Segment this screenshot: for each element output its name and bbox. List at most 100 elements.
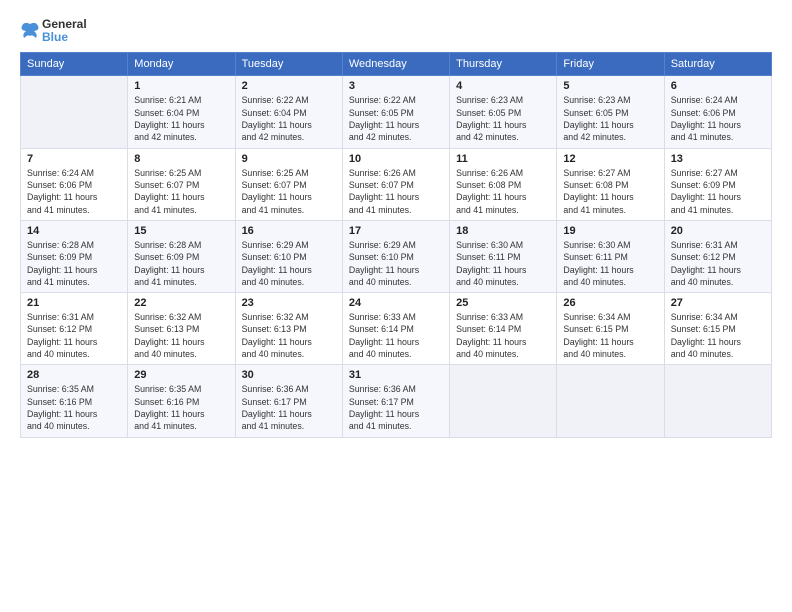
calendar-cell: 23 Sunrise: 6:32 AM Sunset: 6:13 PM Dayli… [235,293,342,365]
day-info: Sunrise: 6:23 AM Sunset: 6:05 PM Dayligh… [563,94,657,143]
day-info: Sunrise: 6:29 AM Sunset: 6:10 PM Dayligh… [242,239,336,288]
day-info: Sunrise: 6:36 AM Sunset: 6:17 PM Dayligh… [242,383,336,432]
day-info: Sunrise: 6:27 AM Sunset: 6:09 PM Dayligh… [671,167,765,216]
logo: General Blue [20,18,87,44]
calendar-cell: 9 Sunrise: 6:25 AM Sunset: 6:07 PM Daylig… [235,148,342,220]
calendar-cell: 28 Sunrise: 6:35 AM Sunset: 6:16 PM Dayli… [21,365,128,437]
header-day-monday: Monday [128,53,235,76]
week-row-2: 7 Sunrise: 6:24 AM Sunset: 6:06 PM Daylig… [21,148,772,220]
header-day-tuesday: Tuesday [235,53,342,76]
day-info: Sunrise: 6:26 AM Sunset: 6:07 PM Dayligh… [349,167,443,216]
calendar-cell: 2 Sunrise: 6:22 AM Sunset: 6:04 PM Daylig… [235,76,342,148]
day-info: Sunrise: 6:33 AM Sunset: 6:14 PM Dayligh… [349,311,443,360]
day-info: Sunrise: 6:31 AM Sunset: 6:12 PM Dayligh… [671,239,765,288]
day-info: Sunrise: 6:30 AM Sunset: 6:11 PM Dayligh… [563,239,657,288]
day-number: 11 [456,153,550,165]
day-info: Sunrise: 6:26 AM Sunset: 6:08 PM Dayligh… [456,167,550,216]
calendar-cell: 27 Sunrise: 6:34 AM Sunset: 6:15 PM Dayli… [664,293,771,365]
calendar-cell: 15Sunrise: 6:28 AM Sunset: 6:09 PM Dayli… [128,220,235,292]
calendar-cell: 3Sunrise: 6:22 AM Sunset: 6:05 PM Daylig… [342,76,449,148]
day-number: 18 [456,225,550,237]
calendar-cell: 12Sunrise: 6:27 AM Sunset: 6:08 PM Dayli… [557,148,664,220]
day-info: Sunrise: 6:22 AM Sunset: 6:05 PM Dayligh… [349,94,443,143]
calendar-cell: 6 Sunrise: 6:24 AM Sunset: 6:06 PM Daylig… [664,76,771,148]
day-number: 12 [563,153,657,165]
day-info: Sunrise: 6:34 AM Sunset: 6:15 PM Dayligh… [671,311,765,360]
day-number: 29 [134,369,228,381]
calendar-cell: 30 Sunrise: 6:36 AM Sunset: 6:17 PM Dayli… [235,365,342,437]
calendar-cell: 17Sunrise: 6:29 AM Sunset: 6:10 PM Dayli… [342,220,449,292]
day-info: Sunrise: 6:24 AM Sunset: 6:06 PM Dayligh… [27,167,121,216]
day-number: 1 [134,80,228,92]
day-number: 28 [27,369,121,381]
header-day-saturday: Saturday [664,53,771,76]
calendar-cell: 4 Sunrise: 6:23 AM Sunset: 6:05 PM Daylig… [450,76,557,148]
day-info: Sunrise: 6:35 AM Sunset: 6:16 PM Dayligh… [27,383,121,432]
day-info: Sunrise: 6:25 AM Sunset: 6:07 PM Dayligh… [134,167,228,216]
calendar-cell: 24 Sunrise: 6:33 AM Sunset: 6:14 PM Dayli… [342,293,449,365]
day-info: Sunrise: 6:22 AM Sunset: 6:04 PM Dayligh… [242,94,336,143]
logo-blue-text: Blue [42,31,87,44]
day-info: Sunrise: 6:23 AM Sunset: 6:05 PM Dayligh… [456,94,550,143]
calendar-cell: 13 Sunrise: 6:27 AM Sunset: 6:09 PM Dayli… [664,148,771,220]
day-number: 26 [563,297,657,309]
day-number: 23 [242,297,336,309]
header-day-wednesday: Wednesday [342,53,449,76]
calendar-cell: 19 Sunrise: 6:30 AM Sunset: 6:11 PM Dayli… [557,220,664,292]
day-info: Sunrise: 6:36 AM Sunset: 6:17 PM Dayligh… [349,383,443,432]
day-info: Sunrise: 6:32 AM Sunset: 6:13 PM Dayligh… [242,311,336,360]
week-row-1: 1 Sunrise: 6:21 AM Sunset: 6:04 PM Daylig… [21,76,772,148]
week-row-4: 21Sunrise: 6:31 AM Sunset: 6:12 PM Dayli… [21,293,772,365]
calendar-cell: 21Sunrise: 6:31 AM Sunset: 6:12 PM Dayli… [21,293,128,365]
day-info: Sunrise: 6:29 AM Sunset: 6:10 PM Dayligh… [349,239,443,288]
day-number: 14 [27,225,121,237]
calendar-cell [21,76,128,148]
calendar-cell: 7 Sunrise: 6:24 AM Sunset: 6:06 PM Daylig… [21,148,128,220]
day-number: 21 [27,297,121,309]
day-number: 30 [242,369,336,381]
day-info: Sunrise: 6:21 AM Sunset: 6:04 PM Dayligh… [134,94,228,143]
calendar-cell: 8 Sunrise: 6:25 AM Sunset: 6:07 PM Daylig… [128,148,235,220]
day-number: 8 [134,153,228,165]
day-number: 7 [27,153,121,165]
calendar-cell: 5 Sunrise: 6:23 AM Sunset: 6:05 PM Daylig… [557,76,664,148]
calendar-cell: 1 Sunrise: 6:21 AM Sunset: 6:04 PM Daylig… [128,76,235,148]
day-info: Sunrise: 6:24 AM Sunset: 6:06 PM Dayligh… [671,94,765,143]
day-info: Sunrise: 6:35 AM Sunset: 6:16 PM Dayligh… [134,383,228,432]
calendar-cell: 10Sunrise: 6:26 AM Sunset: 6:07 PM Dayli… [342,148,449,220]
day-info: Sunrise: 6:33 AM Sunset: 6:14 PM Dayligh… [456,311,550,360]
calendar-cell: 14 Sunrise: 6:28 AM Sunset: 6:09 PM Dayli… [21,220,128,292]
day-number: 9 [242,153,336,165]
day-number: 13 [671,153,765,165]
week-row-5: 28 Sunrise: 6:35 AM Sunset: 6:16 PM Dayli… [21,365,772,437]
day-number: 24 [349,297,443,309]
calendar-cell: 18Sunrise: 6:30 AM Sunset: 6:11 PM Dayli… [450,220,557,292]
calendar-cell: 29 Sunrise: 6:35 AM Sunset: 6:16 PM Dayli… [128,365,235,437]
day-number: 6 [671,80,765,92]
calendar-cell: 31Sunrise: 6:36 AM Sunset: 6:17 PM Dayli… [342,365,449,437]
day-number: 19 [563,225,657,237]
day-number: 4 [456,80,550,92]
day-number: 25 [456,297,550,309]
logo-text-lines: General Blue [42,18,87,44]
day-number: 27 [671,297,765,309]
calendar-cell [664,365,771,437]
header-row: SundayMondayTuesdayWednesdayThursdayFrid… [21,53,772,76]
header: General Blue [20,18,772,44]
day-number: 2 [242,80,336,92]
header-day-sunday: Sunday [21,53,128,76]
header-day-thursday: Thursday [450,53,557,76]
week-row-3: 14 Sunrise: 6:28 AM Sunset: 6:09 PM Dayli… [21,220,772,292]
day-number: 5 [563,80,657,92]
day-info: Sunrise: 6:32 AM Sunset: 6:13 PM Dayligh… [134,311,228,360]
logo-svg: General Blue [20,18,87,44]
day-info: Sunrise: 6:28 AM Sunset: 6:09 PM Dayligh… [27,239,121,288]
day-info: Sunrise: 6:25 AM Sunset: 6:07 PM Dayligh… [242,167,336,216]
calendar-cell: 26Sunrise: 6:34 AM Sunset: 6:15 PM Dayli… [557,293,664,365]
day-number: 22 [134,297,228,309]
calendar-cell [557,365,664,437]
calendar-cell: 20Sunrise: 6:31 AM Sunset: 6:12 PM Dayli… [664,220,771,292]
day-number: 15 [134,225,228,237]
calendar-cell: 22 Sunrise: 6:32 AM Sunset: 6:13 PM Dayli… [128,293,235,365]
calendar-cell: 25 Sunrise: 6:33 AM Sunset: 6:14 PM Dayli… [450,293,557,365]
